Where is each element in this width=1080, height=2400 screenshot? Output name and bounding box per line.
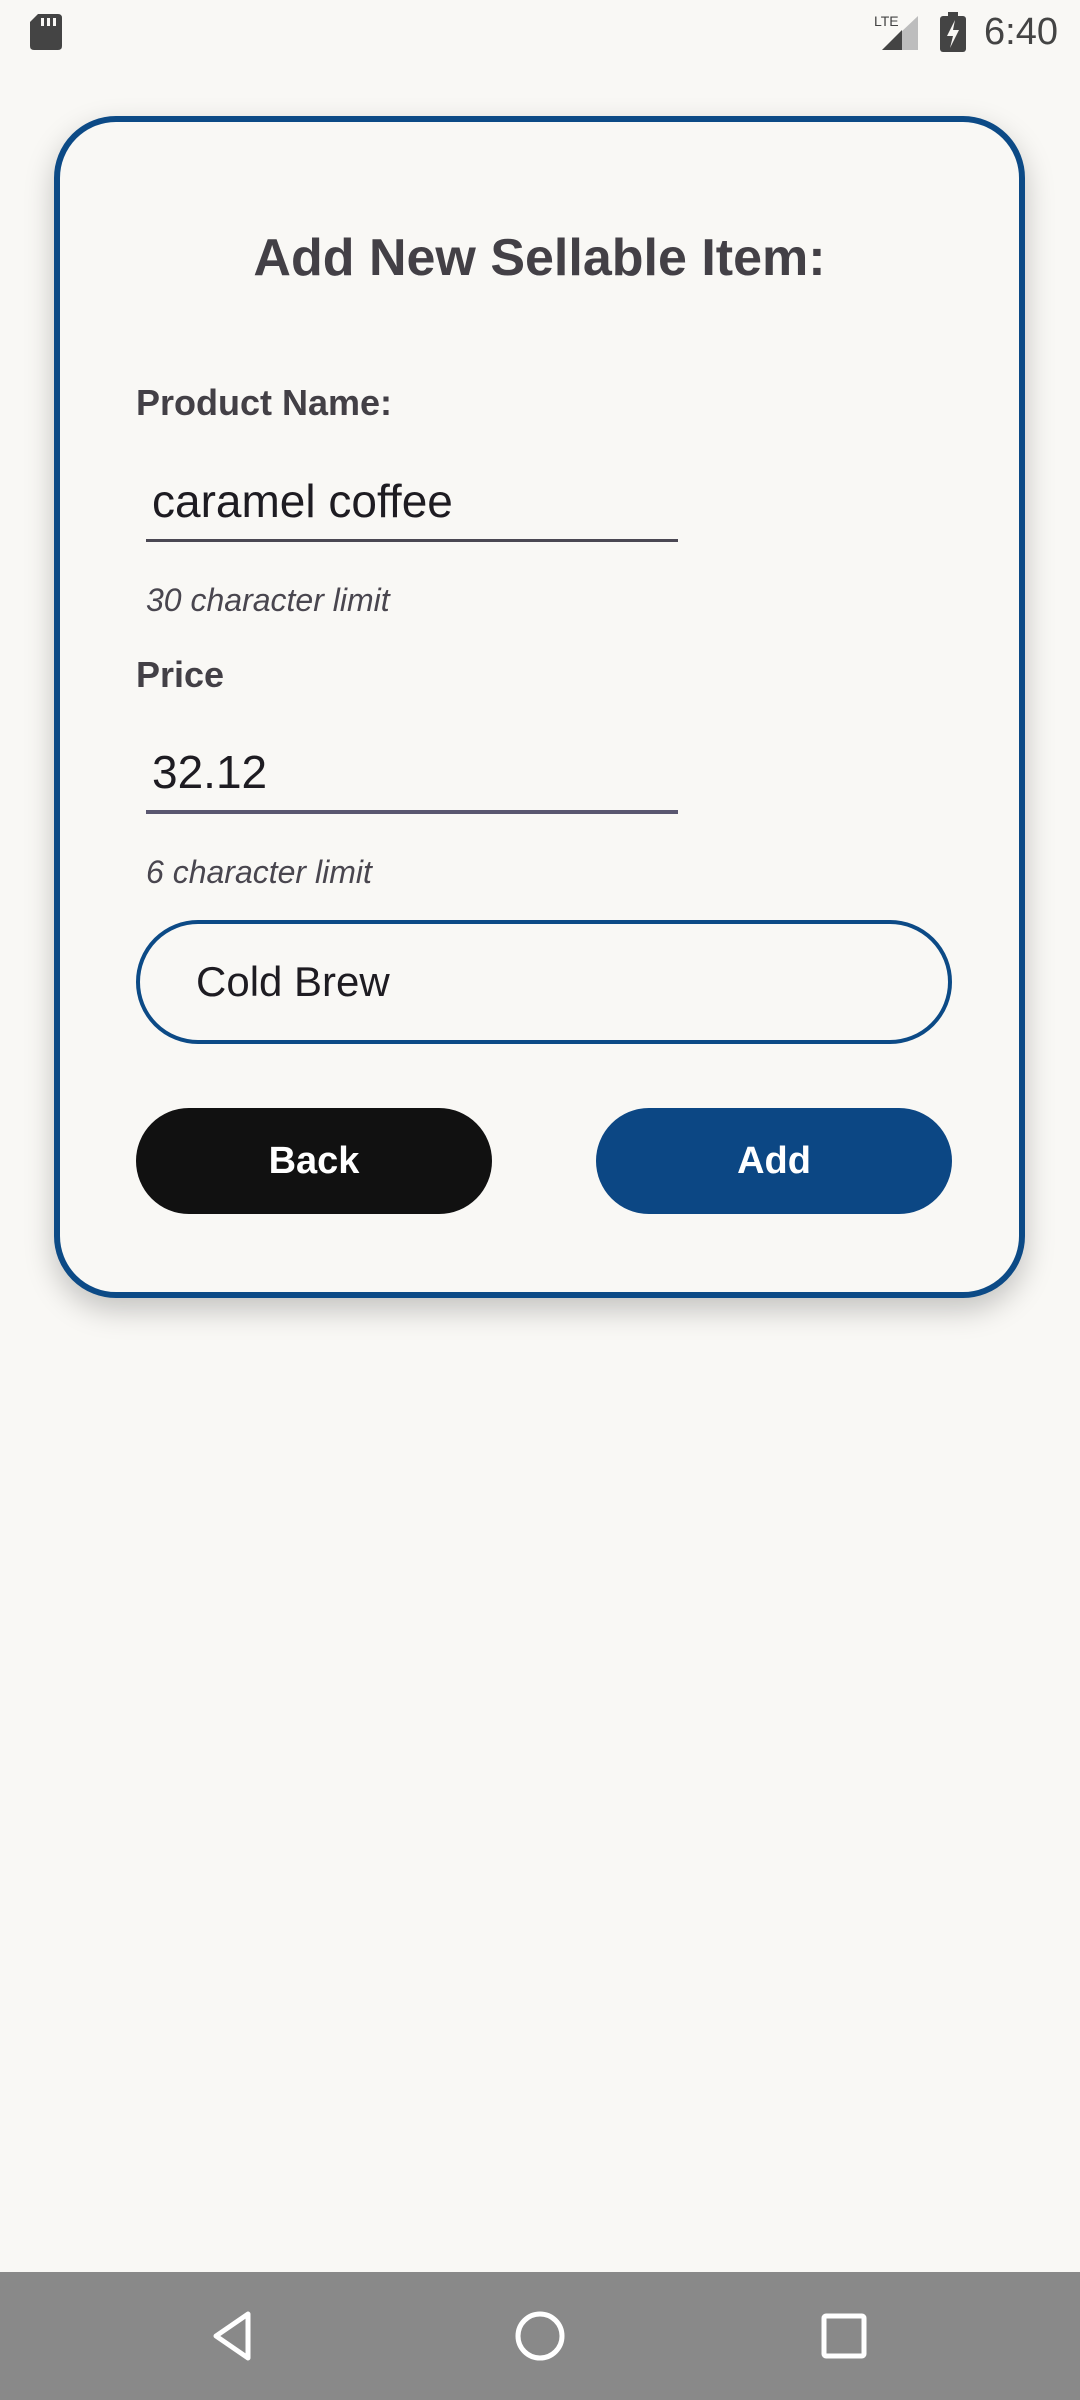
page-title: Add New Sellable Item:	[253, 229, 826, 287]
navigation-bar	[0, 2272, 1080, 2400]
price-input[interactable]	[146, 734, 678, 814]
product-name-helper: 30 character limit	[146, 582, 390, 618]
recents-square-icon[interactable]	[814, 2306, 874, 2366]
add-button[interactable]: Add	[596, 1108, 952, 1214]
network-label: LTE	[874, 13, 899, 29]
product-name-label: Product Name:	[136, 382, 393, 423]
sd-card-icon	[30, 14, 62, 50]
status-bar: LTE 6:40	[0, 0, 1080, 64]
product-name-input[interactable]	[146, 462, 678, 542]
add-item-card: Add New Sellable Item: Product Name: 30 …	[54, 116, 1025, 1298]
back-button[interactable]: Back	[136, 1108, 492, 1214]
price-label: Price	[136, 654, 225, 695]
category-dropdown[interactable]: Cold Brew	[136, 920, 952, 1044]
back-triangle-icon[interactable]	[206, 2306, 266, 2366]
price-helper: 6 character limit	[146, 854, 372, 890]
lte-signal-icon: LTE	[874, 13, 918, 50]
battery-charging-icon	[940, 12, 966, 52]
screen: LTE 6:40 Add New Sellable Item: Product …	[0, 0, 1080, 2400]
category-selected-value: Cold Brew	[196, 958, 390, 1005]
clock: 6:40	[984, 11, 1058, 53]
home-circle-icon[interactable]	[510, 2306, 570, 2366]
